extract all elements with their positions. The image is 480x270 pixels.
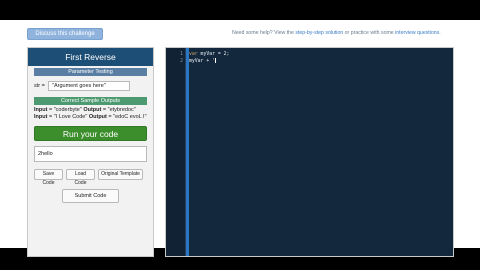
code-actions: Save Code Load Code Original Template <box>34 169 147 186</box>
output-field[interactable]: 2hello <box>34 146 147 162</box>
editor-active-bar <box>186 48 189 256</box>
parameter-input[interactable]: "Argument goes here" <box>48 81 130 91</box>
text-cursor <box>215 58 216 63</box>
submit-code-button[interactable]: Submit Code <box>62 189 119 203</box>
code-editor[interactable]: 1 var myVar = 2; 2 myVar + ' <box>165 47 454 257</box>
sample-outputs-header: Correct Sample Outputs <box>34 97 147 105</box>
step-by-step-link[interactable]: step-by-step solution <box>295 30 343 36</box>
help-prefix: Need some help? View the <box>232 30 296 36</box>
save-code-button[interactable]: Save Code <box>34 169 63 186</box>
help-suffix: . <box>439 30 441 36</box>
parameter-testing-header: Parameter Testing <box>34 68 147 76</box>
discuss-challenge-button[interactable]: Discuss this challenge <box>27 28 103 40</box>
line-number: 1 <box>180 52 183 57</box>
sample-output-2: Input = "I Love Code" Output = "edoC evo… <box>34 113 147 120</box>
load-code-button[interactable]: Load Code <box>66 169 95 186</box>
run-code-button[interactable]: Run your code <box>34 126 147 141</box>
original-template-button[interactable]: Original Template <box>98 169 143 180</box>
line-number-gutter <box>166 48 186 256</box>
challenge-title: First Reverse <box>28 48 153 66</box>
parameter-label: str = <box>34 83 45 89</box>
challenge-panel: First Reverse Parameter Testing str = "A… <box>27 47 154 257</box>
challenge-page: Discuss this challenge Need some help? V… <box>0 20 480 257</box>
code-text: var myVar = 2; <box>189 52 230 57</box>
code-text: myVar + ' <box>189 58 216 64</box>
line-number: 2 <box>180 59 183 64</box>
parameter-row: str = "Argument goes here" <box>34 81 147 91</box>
interview-questions-link[interactable]: interview questions <box>395 30 439 36</box>
code-line: 2 myVar + ' <box>166 58 446 65</box>
code-line: 1 var myVar = 2; <box>166 51 446 58</box>
help-text: Need some help? View the step-by-step so… <box>232 30 441 36</box>
help-middle: or practice with some <box>343 30 396 36</box>
